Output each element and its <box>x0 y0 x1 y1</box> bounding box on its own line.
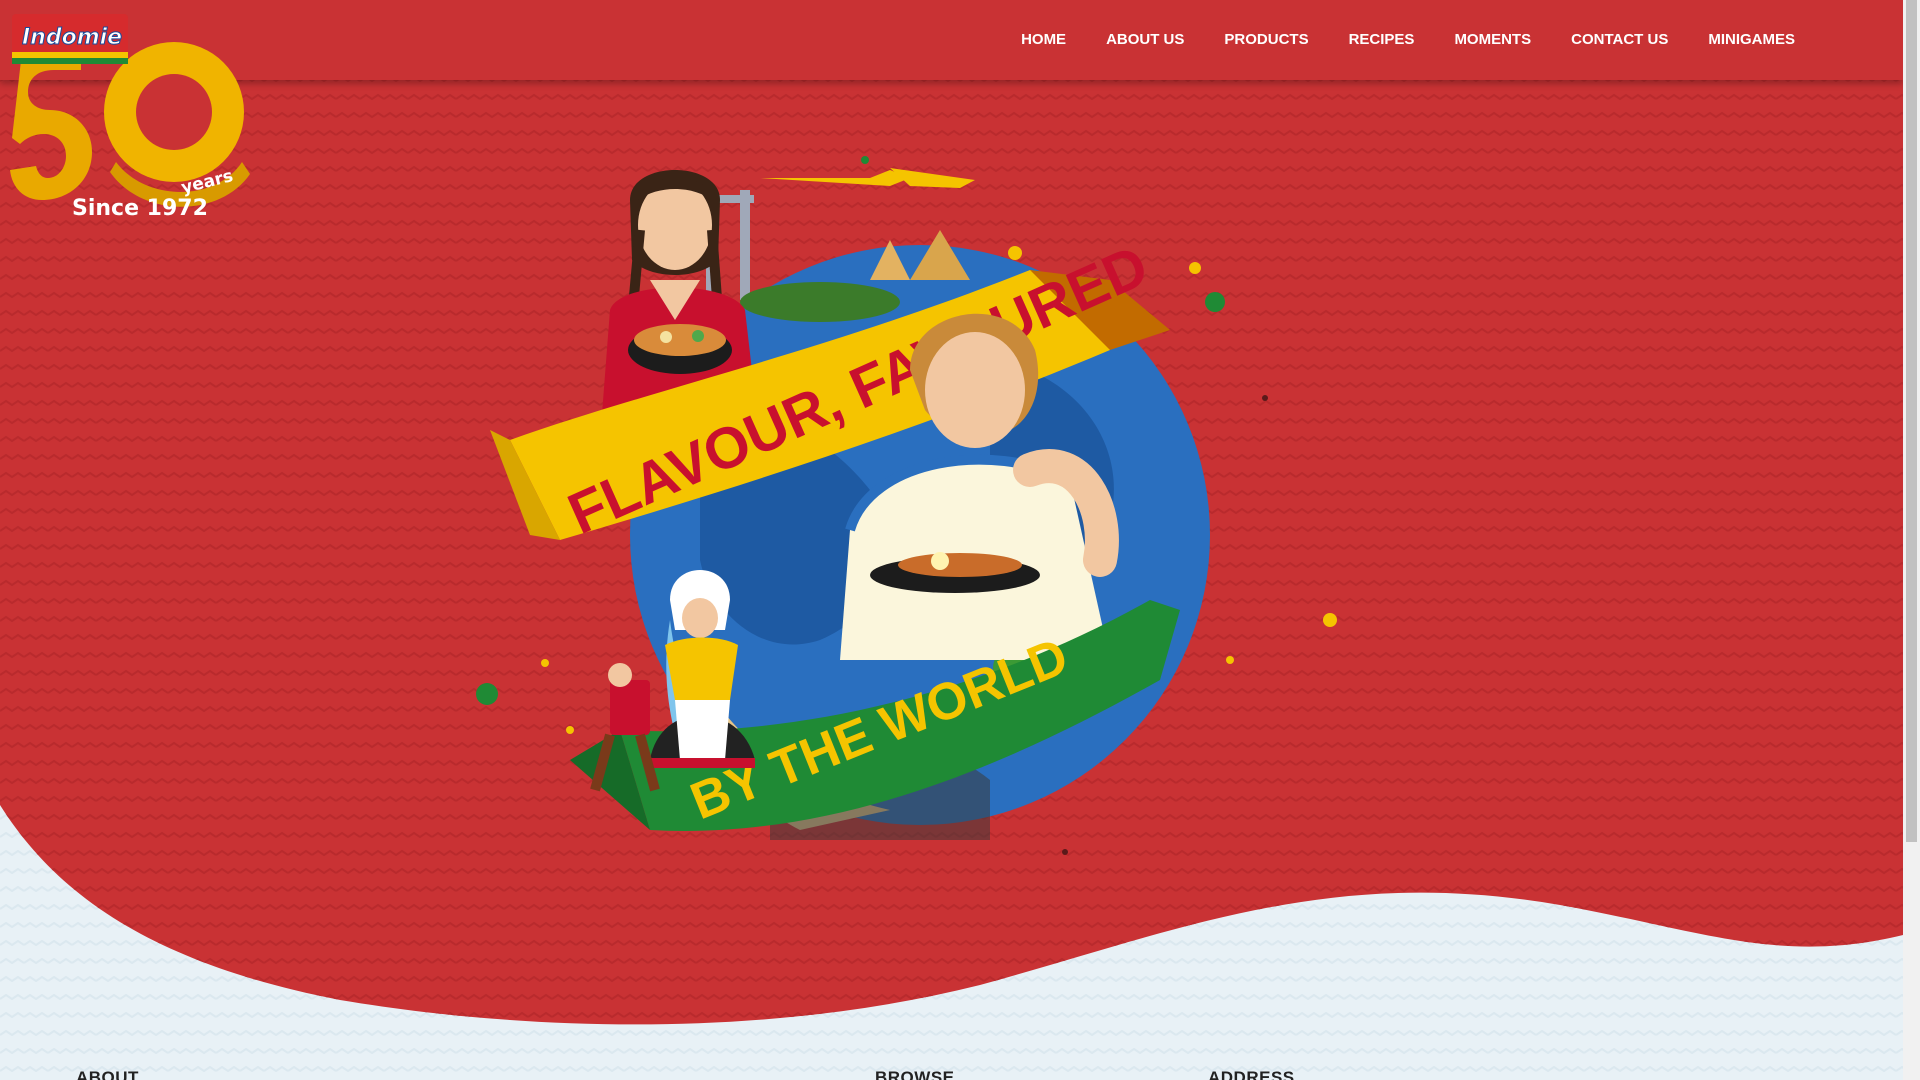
top-navigation: HOME ABOUT US PRODUCTS RECIPES MOMENTS C… <box>0 0 1903 80</box>
footer-headings: ABOUT BROWSE ADDRESS <box>0 1068 1903 1080</box>
footer-browse-heading: BROWSE <box>875 1068 955 1080</box>
nav-recipes-link[interactable]: RECIPES <box>1329 0 1435 80</box>
nav-minigames-link[interactable]: MINIGAMES <box>1688 0 1815 80</box>
nav-moments-link[interactable]: MOMENTS <box>1434 0 1551 80</box>
page: HOME ABOUT US PRODUCTS RECIPES MOMENTS C… <box>0 0 1920 1080</box>
since-tagline: Since 1972 <box>72 196 208 221</box>
page-scrollbar[interactable] <box>1903 0 1920 1080</box>
footer-address-heading: ADDRESS <box>1208 1068 1295 1080</box>
scrollbar-thumb[interactable] <box>1906 0 1917 842</box>
nav-contact-us-link[interactable]: CONTACT US <box>1551 0 1688 80</box>
hero-illustration: FLAVOUR, FAVOURED BY THE WORLD <box>476 156 1337 855</box>
logo-wordmark: Indomie <box>22 25 122 50</box>
nav-about-us-link[interactable]: ABOUT US <box>1086 0 1204 80</box>
nav-products-link[interactable]: PRODUCTS <box>1204 0 1328 80</box>
nav-menu: HOME ABOUT US PRODUCTS RECIPES MOMENTS C… <box>1001 0 1815 80</box>
nav-home-link[interactable]: HOME <box>1001 0 1086 80</box>
footer-about-heading: ABOUT <box>76 1068 139 1080</box>
